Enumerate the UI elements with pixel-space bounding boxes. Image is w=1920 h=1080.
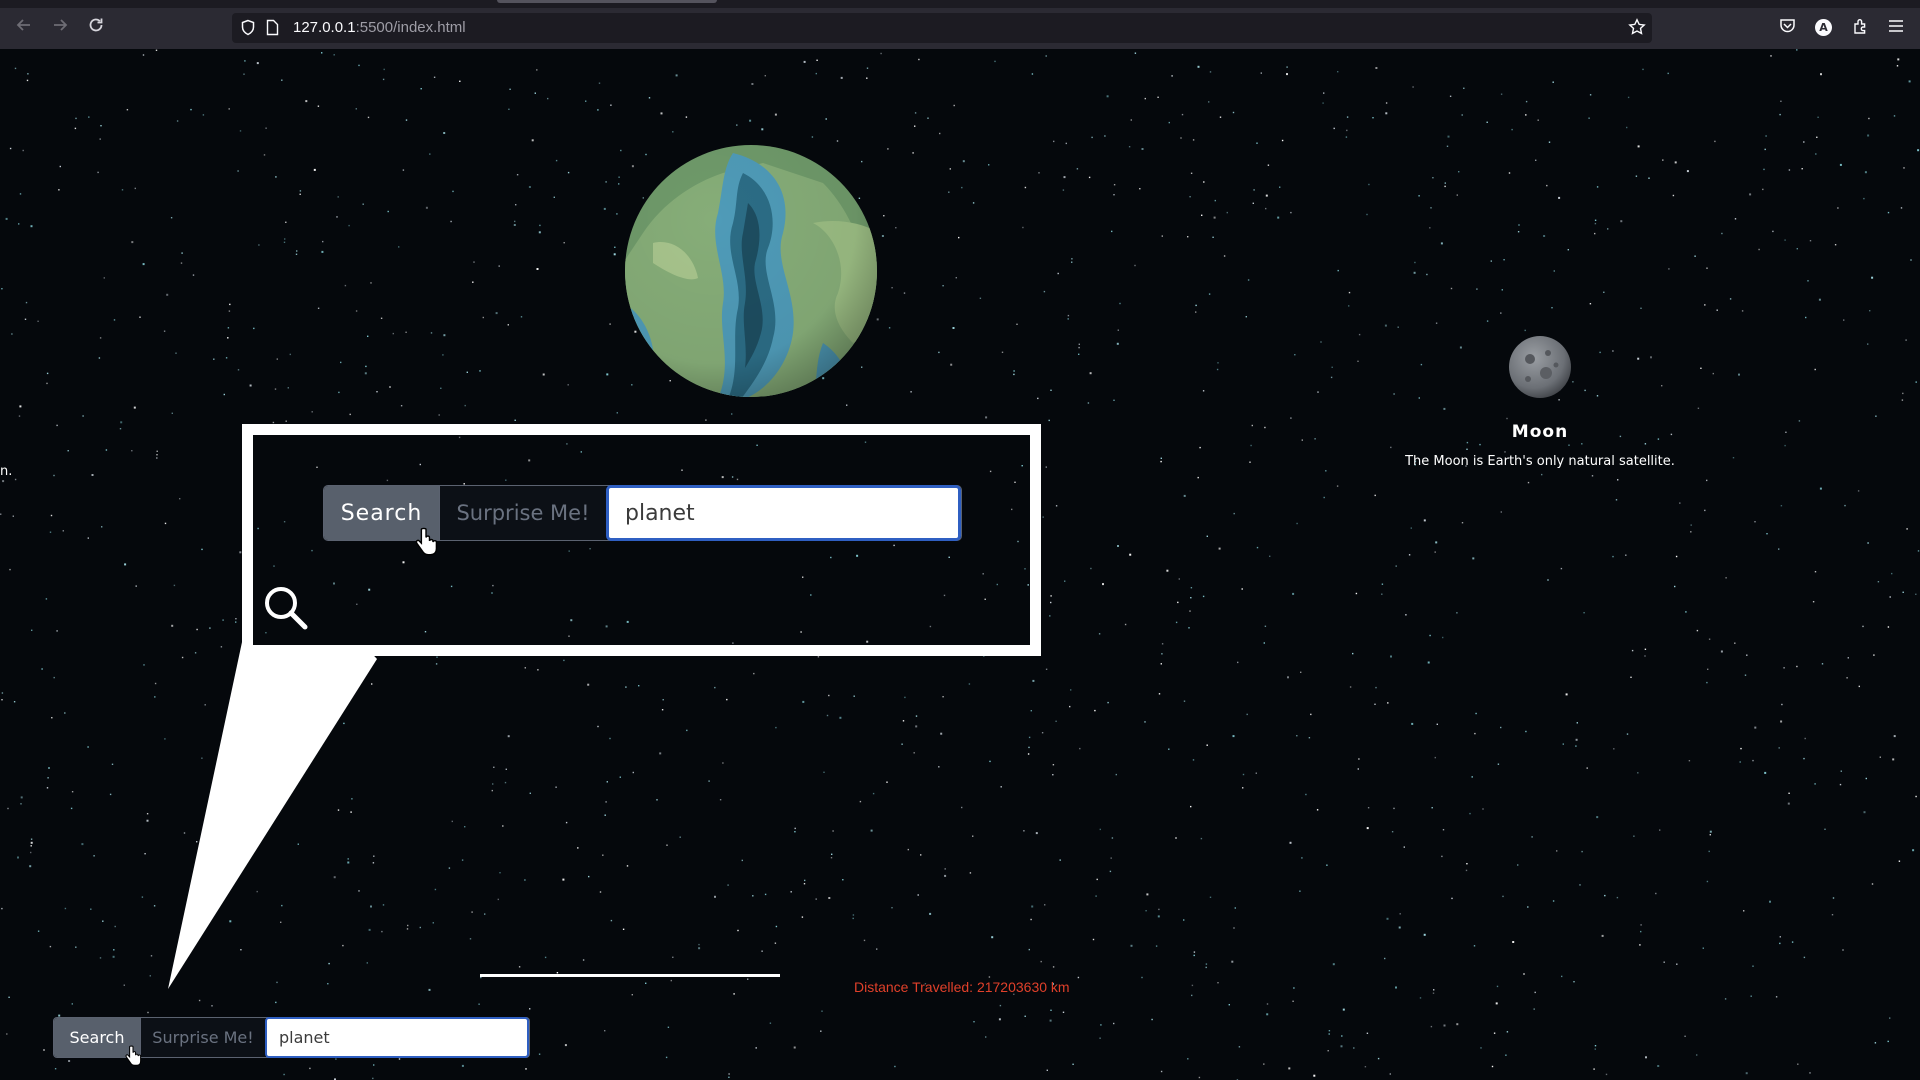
account-initial: A [1819, 21, 1828, 34]
browser-toolbar: 127.0.0.1:5500/index.html A [0, 0, 1920, 49]
surprise-me-button[interactable]: Surprise Me! [140, 1018, 265, 1057]
tab-strip [0, 0, 1920, 8]
url-host: 127.0.0.1 [293, 19, 356, 36]
menu-icon[interactable] [1886, 16, 1906, 36]
hand-cursor-icon [125, 1045, 142, 1066]
magnifier-icon [265, 587, 308, 630]
forward-arrow-icon[interactable] [49, 14, 71, 36]
extensions-icon[interactable] [1850, 16, 1870, 36]
space-scene: Moon The Moon is Earth's only natural sa… [0, 49, 1920, 1080]
distance-travelled: Distance Travelled: 217203630 km [854, 979, 1070, 995]
url-bar[interactable]: 127.0.0.1:5500/index.html [232, 13, 1652, 43]
moon-planet[interactable] [1508, 335, 1572, 399]
url-text[interactable]: 127.0.0.1:5500/index.html [293, 19, 466, 36]
offscreen-description-fragment: n. [0, 464, 13, 479]
travel-progress-line [480, 974, 780, 977]
earth-planet[interactable] [623, 143, 879, 399]
moon-description: The Moon is Earth's only natural satelli… [1405, 454, 1675, 469]
url-path: :5500/index.html [355, 19, 466, 36]
active-tab[interactable] [497, 0, 717, 3]
zoom-surprise-button[interactable]: Surprise Me! [439, 486, 606, 540]
reload-icon[interactable] [85, 14, 107, 36]
pocket-icon[interactable] [1777, 16, 1797, 36]
bookmark-star-icon[interactable] [1628, 18, 1646, 39]
zoom-callout-box: Search Surprise Me! [242, 424, 1041, 656]
hand-cursor-icon [415, 527, 438, 556]
account-icon[interactable]: A [1815, 19, 1832, 36]
shield-icon[interactable] [240, 19, 256, 39]
page-icon [266, 19, 279, 39]
zoom-search-input[interactable] [606, 485, 961, 541]
moon-title: Moon [1511, 422, 1569, 442]
search-input[interactable] [265, 1017, 529, 1058]
back-arrow-icon[interactable] [13, 14, 35, 36]
